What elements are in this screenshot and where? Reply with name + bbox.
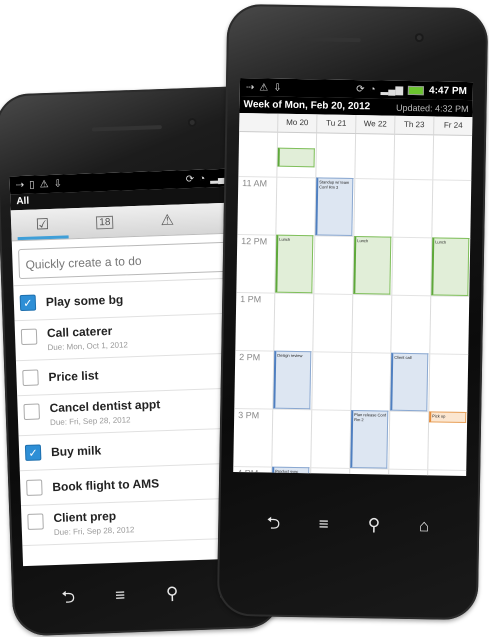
day-column-divider xyxy=(270,132,279,477)
todo-text: Cancel dentist appt Due: Fri, Sep 28, 201… xyxy=(49,397,161,427)
sync-icon: ⟳ xyxy=(185,173,195,185)
calendar-event[interactable]: Product sync xyxy=(271,466,310,477)
day-header[interactable]: Fr 24 xyxy=(433,116,473,136)
download-icon: ⇩ xyxy=(273,82,282,94)
tab-priority[interactable]: ⚠ xyxy=(136,204,200,236)
menu-icon[interactable]: ≡ xyxy=(105,585,136,606)
todo-text: Call caterer Due: Mon, Oct 1, 2012 xyxy=(47,323,128,352)
day-header[interactable]: Mo 20 xyxy=(277,113,317,133)
download-icon: ⇩ xyxy=(53,178,63,190)
home-icon[interactable]: ⌂ xyxy=(409,516,439,537)
front-camera xyxy=(187,117,197,128)
sd-card-icon: ▯ xyxy=(28,179,35,191)
todo-checkbox[interactable] xyxy=(22,369,39,387)
tab-calendar[interactable]: 18 xyxy=(73,206,137,238)
tab-todos[interactable]: ☑ xyxy=(11,208,75,240)
calendar-event[interactable]: Plan release Conf Rm 2 xyxy=(350,409,389,469)
search-icon[interactable]: ⚲ xyxy=(359,515,389,536)
warning-icon: ⚠ xyxy=(39,178,49,190)
todo-title: Buy milk xyxy=(50,443,102,460)
calendar-event[interactable] xyxy=(277,147,315,167)
todo-checkbox[interactable] xyxy=(26,479,43,496)
hour-label: 3 PM xyxy=(238,409,260,420)
calendar-tab-icon: 18 xyxy=(96,215,114,229)
todo-text: Play some bg xyxy=(46,292,124,309)
calendar-event[interactable]: Pick up xyxy=(429,410,467,424)
calendar-event[interactable]: Client call xyxy=(390,352,429,411)
calendar-event[interactable]: Lunch xyxy=(431,236,470,296)
todo-title: Book flight to AMS xyxy=(52,476,160,495)
wifi-icon: ◔ xyxy=(369,83,376,95)
search-icon[interactable]: ⚲ xyxy=(157,583,188,604)
calendar-event[interactable]: Lunch xyxy=(275,234,314,293)
hour-label: 2 PM xyxy=(239,351,261,362)
calendar-event[interactable]: Lunch xyxy=(353,235,392,295)
todo-checkbox[interactable]: ✓ xyxy=(24,444,42,461)
softkeys-right: ⮌ ≡ ⚲ ⌂ xyxy=(248,510,449,540)
signal-icon: ▂▄▆ xyxy=(380,83,404,96)
week-title: Week of Mon, Feb 20, 2012 xyxy=(243,99,371,113)
todo-title: Cancel dentist appt xyxy=(49,397,161,416)
todo-checkbox[interactable] xyxy=(23,403,40,421)
quick-create-input[interactable]: Quickly create a to do xyxy=(18,240,257,280)
todo-text: Client prep Due: Fri, Sep 28, 2012 xyxy=(53,508,134,537)
todo-due-date: Due: Fri, Sep 28, 2012 xyxy=(53,525,135,538)
todo-due-date: Due: Mon, Oct 1, 2012 xyxy=(47,340,129,353)
earpiece-speaker xyxy=(300,37,361,43)
day-header[interactable]: We 22 xyxy=(355,115,395,134)
warning-tab-icon: ⚠ xyxy=(160,211,175,230)
clock: 4:47 PM xyxy=(428,84,467,97)
wifi-icon: ◔ xyxy=(198,173,206,185)
battery-icon xyxy=(408,85,425,95)
calendar-event[interactable]: Standup w/ team Conf Rm 3 xyxy=(315,176,354,236)
back-icon[interactable]: ⮌ xyxy=(53,587,84,608)
warning-icon: ⚠ xyxy=(259,81,269,93)
todo-due-date: Due: Fri, Sep 28, 2012 xyxy=(49,415,131,428)
hour-label: 12 PM xyxy=(241,235,268,247)
calendar-event[interactable]: Design review xyxy=(273,350,312,409)
todo-title: Price list xyxy=(48,368,99,385)
todo-title: Client prep xyxy=(53,508,117,526)
todo-checkbox[interactable] xyxy=(27,513,44,530)
todo-text: Book flight to AMS xyxy=(52,476,159,494)
day-header[interactable]: Th 23 xyxy=(394,115,434,135)
sync-icon: ⟳ xyxy=(356,83,365,95)
week-grid[interactable]: 11 AM 12 PM 1 PM 2 PM 3 PM 4 PM Standup w/ tea… xyxy=(233,132,472,477)
todo-checkbox[interactable]: ✓ xyxy=(19,294,37,312)
todo-text: Buy milk xyxy=(51,443,101,459)
usb-icon: ⇢ xyxy=(245,81,255,93)
todo-checkbox[interactable] xyxy=(20,328,38,346)
hour-label: 4 PM xyxy=(237,467,259,477)
earpiece-speaker xyxy=(91,125,162,132)
phone-right: ⇢ ⚠ ⇩ ⟳ ◔ ▂▄▆ 4:47 PM Week of Mon, Feb 2… xyxy=(216,3,489,621)
day-column-divider xyxy=(387,134,396,477)
menu-icon[interactable]: ≡ xyxy=(308,514,338,535)
updated-time: Updated: 4:32 PM xyxy=(395,102,469,114)
front-camera xyxy=(414,33,424,43)
day-column-divider xyxy=(426,135,435,477)
todo-title: Call caterer xyxy=(46,323,113,341)
back-icon[interactable]: ⮌ xyxy=(258,513,288,534)
hour-label: 11 AM xyxy=(242,177,268,188)
checkbox-tab-icon: ☑ xyxy=(35,216,50,234)
day-header[interactable]: Tu 21 xyxy=(316,114,356,134)
calendar-screen: ⇢ ⚠ ⇩ ⟳ ◔ ▂▄▆ 4:47 PM Week of Mon, Feb 2… xyxy=(233,78,474,477)
todo-title: Play some bg xyxy=(45,292,124,310)
usb-icon: ⇢ xyxy=(15,179,25,191)
hour-label: 1 PM xyxy=(240,293,262,304)
todo-text: Price list xyxy=(48,368,98,384)
